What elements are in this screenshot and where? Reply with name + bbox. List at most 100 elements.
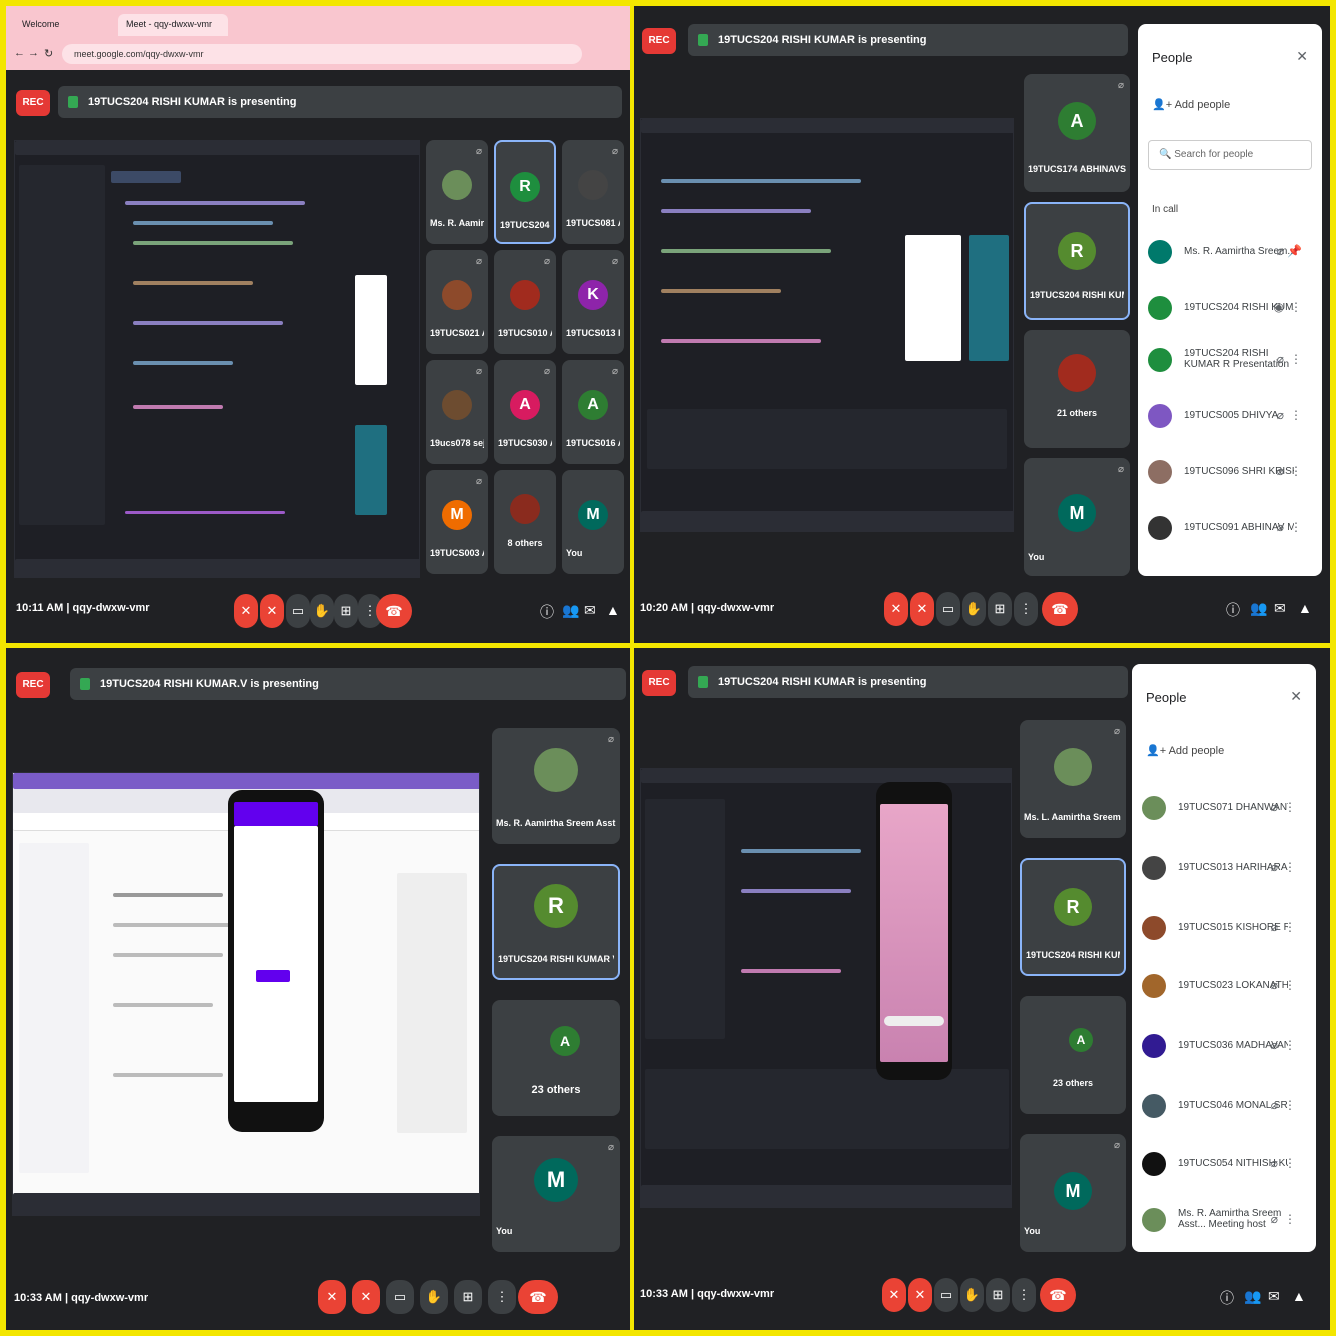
activities-icon[interactable]: ▲ bbox=[1298, 600, 1312, 616]
participant-tile[interactable]: R 19TUCS204 RISHI KUMAR bbox=[1024, 202, 1130, 320]
more-options-button[interactable]: ⋮ bbox=[1014, 592, 1038, 626]
more-options-button[interactable]: ⋮ bbox=[488, 1280, 516, 1314]
forward-icon[interactable]: → bbox=[28, 47, 39, 59]
person-row[interactable]: 19TUCS054 NITHISH KUMAR...⌀⋮ bbox=[1142, 1152, 1306, 1178]
raise-hand-button[interactable]: ✋ bbox=[420, 1280, 448, 1314]
activities-icon[interactable]: ▲ bbox=[1292, 1288, 1306, 1304]
captions-button[interactable]: ▭ bbox=[934, 1278, 958, 1312]
close-icon[interactable]: ✕ bbox=[1290, 688, 1302, 705]
participant-tile[interactable]: R 19TUCS204 RISHI KUMAR V bbox=[1020, 858, 1126, 976]
participant-tile[interactable]: R 19TUCS204 RISHI KUMAR V bbox=[492, 864, 620, 980]
participant-tile[interactable]: 19TUCS081 AB... ⌀ bbox=[562, 140, 624, 244]
participant-tile[interactable]: A 23 others bbox=[492, 1000, 620, 1116]
close-icon[interactable]: ✕ bbox=[1296, 48, 1308, 65]
camera-button[interactable]: ✕ bbox=[908, 1278, 932, 1312]
person-row[interactable]: 19TUCS096 SHRI KRISHN...⌀⋮ bbox=[1148, 460, 1312, 486]
raise-hand-button[interactable]: ✋ bbox=[962, 592, 986, 626]
more-icon[interactable]: ⋮ bbox=[1290, 300, 1302, 314]
participant-tile[interactable]: M You ⌀ bbox=[492, 1136, 620, 1252]
participant-tile[interactable]: A 19TUCS174 ABHINAVSH... ⌀ bbox=[1024, 74, 1130, 192]
people-icon[interactable]: 👥 bbox=[562, 602, 579, 619]
more-icon[interactable]: ⋮ bbox=[1290, 408, 1302, 422]
reload-icon[interactable]: ↻ bbox=[44, 47, 53, 60]
raise-hand-button[interactable]: ✋ bbox=[310, 594, 334, 628]
more-icon[interactable]: ⋮ bbox=[1284, 920, 1296, 934]
more-icon[interactable]: ⋮ bbox=[1290, 520, 1302, 534]
person-row[interactable]: 19TUCS013 HARIHARAN S⌀⋮ bbox=[1142, 856, 1306, 882]
back-icon[interactable]: ← bbox=[14, 47, 25, 59]
participant-tile[interactable]: Ms. R. Aamirtha... ⌀ bbox=[426, 140, 488, 244]
present-button[interactable]: ⊞ bbox=[988, 592, 1012, 626]
participant-tile[interactable]: A 23 others bbox=[1020, 996, 1126, 1114]
more-icon[interactable]: ⋮ bbox=[1290, 352, 1302, 366]
person-row[interactable]: 19TUCS091 ABHINAV M ⌀ ⋮ bbox=[1148, 516, 1312, 542]
info-icon[interactable]: ⓘ bbox=[1226, 600, 1240, 620]
present-button[interactable]: ⊞ bbox=[454, 1280, 482, 1314]
participant-tile[interactable]: Ms. R. Aamirtha Sreem Asst... ⌀ bbox=[492, 728, 620, 844]
captions-button[interactable]: ▭ bbox=[936, 592, 960, 626]
person-row[interactable]: Ms. R. Aamirtha Sreem... (Host)⌀📌 bbox=[1148, 240, 1312, 266]
chat-icon[interactable]: ✉ bbox=[1268, 1288, 1280, 1305]
add-people-button[interactable]: 👤+ Add people bbox=[1152, 98, 1230, 111]
add-people-button[interactable]: 👤+ Add people bbox=[1146, 744, 1224, 757]
address-bar[interactable]: meet.google.com/qqy-dwxw-vmr bbox=[62, 44, 582, 64]
present-button[interactable]: ⊞ bbox=[986, 1278, 1010, 1312]
camera-button[interactable]: ✕ bbox=[352, 1280, 380, 1314]
leave-call-button[interactable]: ☎ bbox=[1040, 1278, 1076, 1312]
more-icon[interactable]: ⋮ bbox=[1284, 1212, 1296, 1226]
captions-button[interactable]: ▭ bbox=[386, 1280, 414, 1314]
more-icon[interactable]: ⋮ bbox=[1284, 1038, 1296, 1052]
leave-call-button[interactable]: ☎ bbox=[518, 1280, 558, 1314]
more-icon[interactable]: ⋮ bbox=[1284, 860, 1296, 874]
tab-welcome[interactable]: Welcome bbox=[14, 14, 114, 36]
participant-tile[interactable]: R 19TUCS204 RI... bbox=[494, 140, 556, 244]
person-row[interactable]: 19TUCS015 KISHORE R B⌀⋮ bbox=[1142, 916, 1306, 942]
person-row[interactable]: Ms. R. Aamirtha Sreem Asst... Meeting ho… bbox=[1142, 1208, 1306, 1242]
person-row[interactable]: 19TUCS005 DHIVYA ⌀ ⋮ bbox=[1148, 404, 1312, 430]
pin-icon[interactable]: 📌 bbox=[1287, 244, 1302, 258]
person-row[interactable]: 19TUCS046 MONAL SRIVA...⌀⋮ bbox=[1142, 1094, 1306, 1120]
camera-button[interactable]: ✕ bbox=[910, 592, 934, 626]
participant-tile[interactable]: M 19TUCS003 AS... ⌀ bbox=[426, 470, 488, 574]
participant-tile[interactable]: 21 others bbox=[1024, 330, 1130, 448]
participant-tile[interactable]: 19ucs078 sejal ⌀ bbox=[426, 360, 488, 464]
person-row[interactable]: 19TUCS071 DHANWANTH...⌀⋮ bbox=[1142, 796, 1306, 822]
leave-call-button[interactable]: ☎ bbox=[1042, 592, 1078, 626]
participant-tile[interactable]: A 19TUCS030 AB... ⌀ bbox=[494, 360, 556, 464]
more-icon[interactable]: ⋮ bbox=[1290, 464, 1302, 478]
participant-tile[interactable]: A 19TUCS016 AB... ⌀ bbox=[562, 360, 624, 464]
leave-call-button[interactable]: ☎ bbox=[376, 594, 412, 628]
raise-hand-button[interactable]: ✋ bbox=[960, 1278, 984, 1312]
captions-button[interactable]: ▭ bbox=[286, 594, 310, 628]
tab-meet[interactable]: Meet - qqy-dwxw-vmr bbox=[118, 14, 228, 36]
participant-tile[interactable]: 19TUCS021 AB... ⌀ bbox=[426, 250, 488, 354]
more-icon[interactable]: ⋮ bbox=[1284, 978, 1296, 992]
more-icon[interactable]: ⋮ bbox=[1284, 1156, 1296, 1170]
participant-tile[interactable]: M You bbox=[562, 470, 624, 574]
chat-icon[interactable]: ✉ bbox=[584, 602, 596, 619]
person-row[interactable]: 19TUCS023 LOKANATH S ⌀ ⋮ bbox=[1142, 974, 1306, 1000]
people-icon[interactable]: 👥 bbox=[1250, 600, 1267, 617]
more-icon[interactable]: ⋮ bbox=[1284, 800, 1296, 814]
mic-button[interactable]: ✕ bbox=[884, 592, 908, 626]
more-icon[interactable]: ⋮ bbox=[1284, 1098, 1296, 1112]
info-icon[interactable]: ⓘ bbox=[540, 602, 554, 622]
person-row[interactable]: 19TUCS036 MADHAVAN B⌀⋮ bbox=[1142, 1034, 1306, 1060]
participant-tile[interactable]: M You ⌀ bbox=[1024, 458, 1130, 576]
people-icon[interactable]: 👥 bbox=[1244, 1288, 1261, 1305]
mic-button[interactable]: ✕ bbox=[234, 594, 258, 628]
person-row[interactable]: 19TUCS204 RISHI KUMAR R◉⋮ bbox=[1148, 296, 1312, 322]
activities-icon[interactable]: ▲ bbox=[606, 602, 620, 618]
participant-tile[interactable]: 8 others bbox=[494, 470, 556, 574]
chat-icon[interactable]: ✉ bbox=[1274, 600, 1286, 617]
mic-button[interactable]: ✕ bbox=[318, 1280, 346, 1314]
more-options-button[interactable]: ⋮ bbox=[1012, 1278, 1036, 1312]
camera-button[interactable]: ✕ bbox=[260, 594, 284, 628]
search-input[interactable]: 🔍 Search for people bbox=[1148, 140, 1312, 170]
present-button[interactable]: ⊞ bbox=[334, 594, 358, 628]
mic-button[interactable]: ✕ bbox=[882, 1278, 906, 1312]
participant-tile[interactable]: 19TUCS010 AK... ⌀ bbox=[494, 250, 556, 354]
person-row[interactable]: 19TUCS204 RISHI KUMAR R Presentation ⌀ ⋮ bbox=[1148, 348, 1312, 374]
participant-tile[interactable]: M You ⌀ bbox=[1020, 1134, 1126, 1252]
participant-tile[interactable]: Ms. L. Aamirtha Sreem Asst... ⌀ bbox=[1020, 720, 1126, 838]
